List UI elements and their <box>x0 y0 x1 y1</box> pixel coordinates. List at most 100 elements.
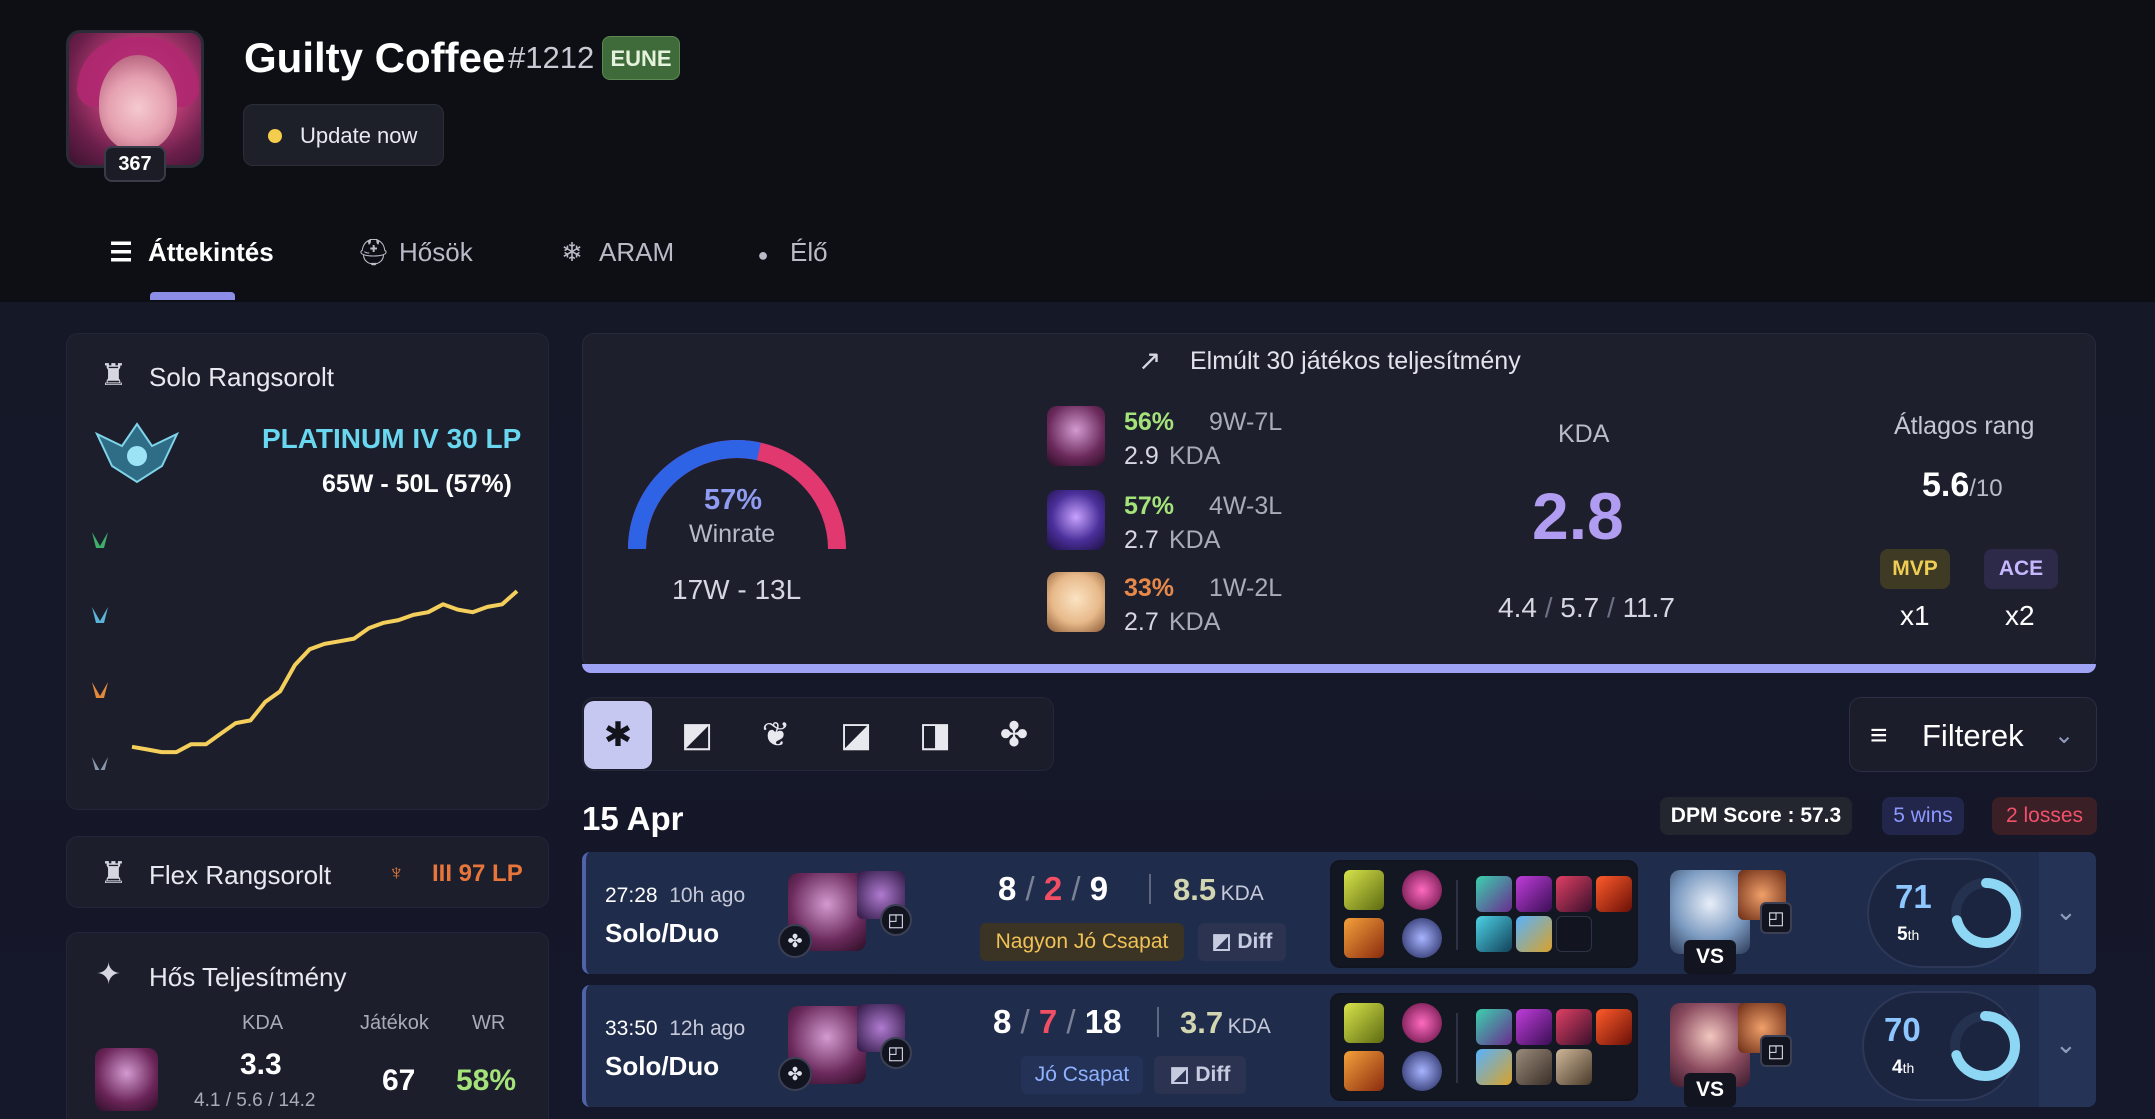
match-score: 70 <box>1884 1011 1921 1048</box>
ribbon-icon: ♜ <box>100 359 127 392</box>
filters-dropdown[interactable]: ≡ Filterek ⌄ <box>1849 697 2097 772</box>
item-slot-icon[interactable] <box>1596 876 1632 912</box>
solo-ranked-title: Solo Rangsorolt <box>149 362 334 392</box>
item-slot-icon[interactable] <box>1556 1009 1592 1045</box>
item-slot-icon[interactable] <box>1556 876 1592 912</box>
update-now-button[interactable]: Update now <box>243 104 444 166</box>
champion-row[interactable]: 57% 4W-3L 2.7 KDA <box>1047 490 1347 556</box>
champion-row[interactable]: 33% 1W-2L 2.7 KDA <box>1047 572 1347 638</box>
live-dot-icon: ● <box>757 245 769 265</box>
summoner-tag: #1212 <box>508 40 595 75</box>
date-heading: 15 Apr <box>582 800 684 837</box>
lp-line <box>131 589 519 755</box>
champion-row[interactable]: 56% 9W-7L 2.9 KDA <box>1047 406 1347 472</box>
summoner-spell-ignite-icon[interactable] <box>1344 1051 1384 1091</box>
flex-ranked-title: Flex Rangsorolt <box>149 860 332 890</box>
champion-kda: 2.7 <box>1124 526 1159 554</box>
vs-badge: VS <box>1684 940 1736 974</box>
all-roles-icon: ✱ <box>603 716 633 754</box>
divider <box>1456 1013 1458 1083</box>
champion-kda-label: KDA <box>1169 608 1221 636</box>
match-place: 5th <box>1897 924 1920 945</box>
top-lane-button[interactable]: ◩ <box>663 701 731 769</box>
hero-performance-title: Hős Teljesítmény <box>149 962 347 992</box>
champion-kda-label: KDA <box>1169 442 1221 470</box>
tab-live[interactable]: ● Élő <box>748 232 828 272</box>
mid-lane-icon: ◪ <box>839 716 873 754</box>
match-kda-ratio: 8.5 KDA <box>1173 872 1264 907</box>
tier-icons <box>92 532 108 770</box>
rune-secondary-icon[interactable] <box>1402 918 1442 958</box>
col-games: Játékok <box>360 1012 429 1034</box>
filter-icon: ≡ <box>1870 719 1888 752</box>
mvp-badge: MVP <box>1880 549 1950 589</box>
champion-winrate: 56% <box>1124 408 1175 436</box>
mid-lane-button[interactable]: ◪ <box>822 701 890 769</box>
item-slot-icon[interactable] <box>1476 1049 1512 1085</box>
bot-lane-button[interactable]: ◨ <box>901 701 969 769</box>
tab-aram[interactable]: ❄ ARAM <box>557 232 674 272</box>
summoner-spell-ignite-icon[interactable] <box>1344 918 1384 958</box>
champion-winrate: 57% <box>1124 492 1175 520</box>
match-place: 4th <box>1892 1057 1915 1078</box>
item-slot-icon[interactable] <box>1596 1009 1632 1045</box>
champion-portrait[interactable] <box>95 1048 158 1111</box>
item-slot-icon[interactable] <box>1556 1049 1592 1085</box>
tab-heroes[interactable]: ⛑ Hősök <box>357 232 473 272</box>
champion-portrait <box>1047 572 1105 632</box>
winrate-pct: 57% <box>704 484 763 516</box>
lane-badge-icon: ◰ <box>880 904 912 936</box>
jungle-button[interactable]: ❦ <box>742 701 810 769</box>
tab-overview[interactable]: ☰ Áttekintés <box>106 232 273 272</box>
jungle-icon: ❦ <box>761 716 791 754</box>
magic-wand-icon: ✦ <box>96 958 122 991</box>
match-time: 27:28 10h ago <box>605 884 746 907</box>
item-slot-icon[interactable] <box>1516 1049 1552 1085</box>
summoner-spell-flash-icon[interactable] <box>1344 1003 1384 1043</box>
solo-rank-label: PLATINUM IV 30 LP <box>262 423 522 454</box>
item-slot-icon[interactable] <box>1516 1009 1552 1045</box>
winrate-label: Winrate <box>689 520 776 548</box>
col-kda: KDA <box>242 1012 284 1034</box>
divider <box>1456 880 1458 950</box>
ace-badge: ACE <box>1984 549 2058 589</box>
item-slot-icon[interactable] <box>1516 916 1552 952</box>
snowflake-icon: ❄ <box>561 237 583 267</box>
performance-title: Elmúlt 30 játékos teljesítmény <box>1190 347 1521 375</box>
hero-games: 67 <box>382 1064 416 1097</box>
all-roles-button[interactable]: ✱ <box>584 701 652 769</box>
match-time: 33:50 12h ago <box>605 1017 746 1040</box>
summoner-spell-flash-icon[interactable] <box>1344 870 1384 910</box>
diff-tag: ◩ Diff <box>1198 923 1286 961</box>
team-rating-tag: Jó Csapat <box>1021 1056 1143 1094</box>
item-slot-icon[interactable] <box>1476 916 1512 952</box>
top-lane-icon: ◩ <box>680 716 714 754</box>
region-badge: EUNE <box>602 36 680 80</box>
avg-rank-value: 5.6/10 <box>1922 466 2003 504</box>
avg-rank-label: Átlagos rang <box>1894 412 2035 440</box>
ribbon-icon: ♜ <box>100 857 127 890</box>
match-score: 71 <box>1895 878 1932 915</box>
match-score-pill: 71 5th <box>1867 858 2023 968</box>
chevron-down-icon: ⌄ <box>2054 722 2075 749</box>
rune-secondary-icon[interactable] <box>1402 1051 1442 1091</box>
support-button[interactable]: ✤ <box>980 701 1048 769</box>
item-slot-icon[interactable] <box>1476 876 1512 912</box>
item-slot-icon[interactable] <box>1516 876 1552 912</box>
performance-bar <box>582 664 2096 673</box>
flex-rank-label: III 97 LP <box>432 860 523 887</box>
hero-wr: 58% <box>456 1064 517 1097</box>
status-dot-icon <box>268 129 282 143</box>
champion-kda: 2.7 <box>1124 608 1159 636</box>
match-queue: Solo/Duo <box>605 1051 720 1081</box>
col-wr: WR <box>472 1012 506 1034</box>
champion-portrait <box>1047 406 1105 466</box>
diff-tag: ◩ Diff <box>1154 1056 1246 1094</box>
item-slot-icon[interactable] <box>1476 1009 1512 1045</box>
mvp-count: x1 <box>1900 600 1930 631</box>
rune-primary-icon[interactable] <box>1402 870 1442 910</box>
bot-lane-icon: ◨ <box>918 716 952 754</box>
rune-primary-icon[interactable] <box>1402 1003 1442 1043</box>
trend-up-icon: ↗ <box>1138 345 1162 376</box>
champion-portrait <box>1047 490 1105 550</box>
